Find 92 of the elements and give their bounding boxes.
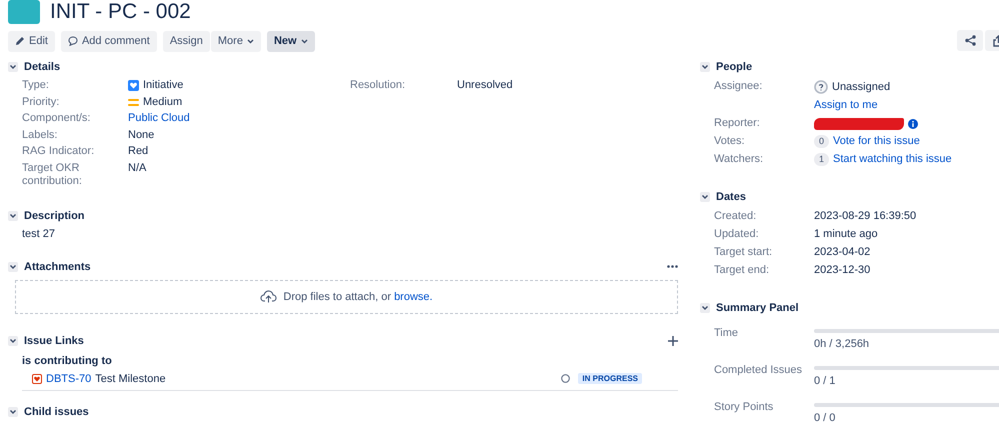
- toolbar-button[interactable]: More: [210, 30, 261, 52]
- chevron-down-icon: [9, 408, 17, 416]
- chevron-down-icon: [9, 336, 17, 344]
- chevron-down-icon: [9, 262, 17, 270]
- pencil-icon: [15, 36, 25, 46]
- collapse-toggle[interactable]: [700, 62, 710, 72]
- field-label: Priority:: [22, 96, 60, 109]
- action-link[interactable]: Start watching this issue: [833, 153, 952, 166]
- project-avatar: [8, 0, 40, 24]
- field-value: N/A: [128, 162, 148, 176]
- summary-label: Story Points: [714, 401, 774, 415]
- more-icon[interactable]: [667, 265, 678, 268]
- date-value: 2023-04-02: [814, 246, 872, 259]
- caret-icon: [300, 38, 308, 44]
- field-label: RAG Indicator:: [22, 145, 96, 158]
- toolbar-button[interactable]: Add comment: [60, 30, 157, 52]
- field-value: Medium: [143, 96, 182, 109]
- chevron-down-icon: [701, 63, 709, 71]
- cloud-upload-icon: [260, 290, 278, 303]
- browse-link[interactable]: browse.: [394, 290, 433, 302]
- toolbar-button[interactable]: Assign: [162, 30, 210, 52]
- section-title: Child issues: [24, 406, 89, 418]
- section-title: Attachments: [24, 260, 91, 272]
- component-link[interactable]: Public Cloud: [128, 112, 190, 124]
- issue-title: INIT - PC - 002: [50, 0, 191, 24]
- section-title: Description: [24, 210, 85, 222]
- heart-icon: [128, 80, 139, 92]
- toolbar-button[interactable]: New: [266, 30, 315, 52]
- collapse-toggle[interactable]: [8, 406, 18, 416]
- summary-label: Completed Issues: [714, 364, 804, 378]
- collapse-toggle[interactable]: [8, 336, 18, 346]
- status-lozenge: IN PROGRESS: [578, 373, 642, 384]
- summary-value: 0h / 3,256h: [814, 338, 870, 350]
- description-text: test 27: [21, 228, 56, 240]
- field-value: Unresolved: [457, 79, 514, 92]
- collapse-toggle[interactable]: [8, 62, 18, 72]
- circle-icon: [561, 374, 570, 383]
- summary-value: 0 / 0: [814, 412, 836, 424]
- field-label: Target end:: [714, 264, 770, 277]
- field-label: Target start:: [714, 246, 774, 259]
- info-icon: [908, 118, 918, 128]
- field-value: Initiative: [143, 79, 184, 92]
- field-label: Resolution:: [350, 79, 406, 92]
- field-label: Updated:: [714, 228, 760, 241]
- comment-icon: [68, 36, 78, 46]
- chevron-down-icon: [701, 193, 709, 201]
- summary-value: 0 / 1: [814, 375, 836, 387]
- action-link[interactable]: Vote for this issue: [833, 135, 920, 148]
- section-title: Summary Panel: [716, 302, 799, 314]
- section-title: Dates: [716, 191, 746, 203]
- collapse-toggle[interactable]: [8, 210, 18, 220]
- field-label: Type:: [22, 79, 50, 92]
- priority-icon: [128, 98, 139, 106]
- issue-key-link[interactable]: DBTS-70: [46, 372, 92, 384]
- share-icon: [964, 35, 976, 46]
- section-title: Details: [24, 61, 60, 73]
- date-value: 2023-12-30: [814, 264, 872, 277]
- count-badge: 0: [814, 135, 830, 148]
- toolbar-button[interactable]: Edit: [8, 30, 55, 52]
- date-value: 1 minute ago: [814, 228, 879, 241]
- chevron-down-icon: [701, 304, 709, 312]
- field-label: Votes:: [714, 135, 746, 148]
- count-badge: 1: [814, 153, 830, 166]
- collapse-toggle[interactable]: [700, 192, 710, 202]
- heart-icon: [32, 374, 42, 384]
- drop-text: Drop files to attach, or browse.: [283, 290, 433, 302]
- field-label: Created:: [714, 210, 758, 223]
- field-label: Component/s:: [22, 112, 92, 126]
- field-label: Target OKR contribution:: [22, 162, 83, 188]
- drop-zone[interactable]: Drop files to attach, or browse.: [15, 280, 678, 314]
- avatar-icon: [814, 80, 828, 94]
- collapse-toggle[interactable]: [8, 262, 18, 272]
- section-title: People: [716, 61, 752, 73]
- field-value: Red: [128, 145, 150, 158]
- date-value: 2023-08-29 16:39:50: [814, 210, 918, 223]
- field-label: Watchers:: [714, 153, 764, 166]
- link-relation: is contributing to: [21, 354, 113, 366]
- field-value: None: [128, 128, 156, 142]
- caret-icon: [246, 38, 254, 44]
- summary-label: Time: [714, 327, 740, 341]
- chevron-down-icon: [9, 212, 17, 220]
- assign-to-me-link[interactable]: Assign to me: [814, 99, 999, 112]
- field-label: Labels:: [22, 128, 58, 142]
- share-button[interactable]: [957, 30, 983, 51]
- issue-summary: Test Milestone: [95, 372, 166, 384]
- section-title: Issue Links: [24, 334, 84, 346]
- field-label: Reporter:: [714, 117, 761, 130]
- field-label: Assignee:: [714, 80, 764, 94]
- plus-icon[interactable]: [668, 336, 678, 346]
- assignee-value: Unassigned: [832, 80, 890, 94]
- collapse-toggle[interactable]: [700, 303, 710, 313]
- chevron-down-icon: [9, 63, 17, 71]
